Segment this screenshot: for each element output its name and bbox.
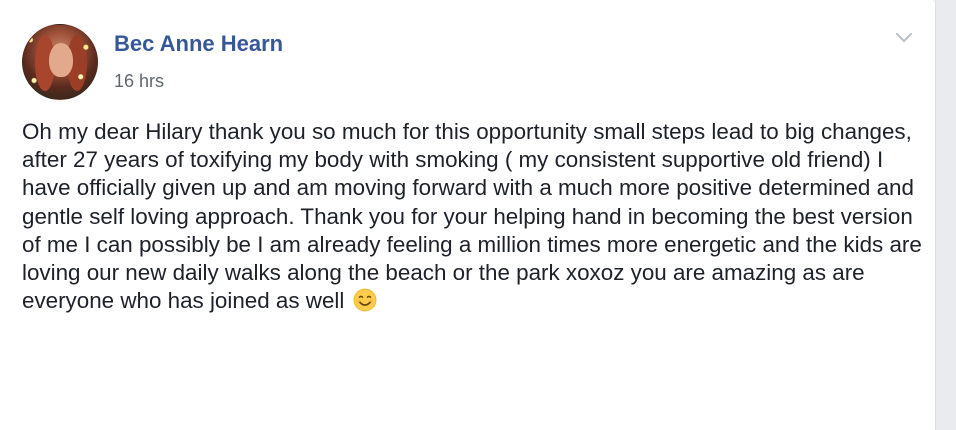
chevron-down-icon[interactable]	[892, 28, 916, 48]
avatar-background-lights	[23, 25, 97, 99]
post-timestamp[interactable]: 16 hrs	[114, 70, 164, 92]
post-card: Bec Anne Hearn 16 hrs Oh my dear Hilary …	[0, 0, 936, 430]
author-avatar[interactable]	[22, 24, 98, 100]
author-name-link[interactable]: Bec Anne Hearn	[114, 30, 283, 58]
smiling-face-icon	[353, 288, 377, 312]
post-message-text: Oh my dear Hilary thank you so much for …	[22, 119, 922, 314]
post-message: Oh my dear Hilary thank you so much for …	[22, 118, 922, 315]
